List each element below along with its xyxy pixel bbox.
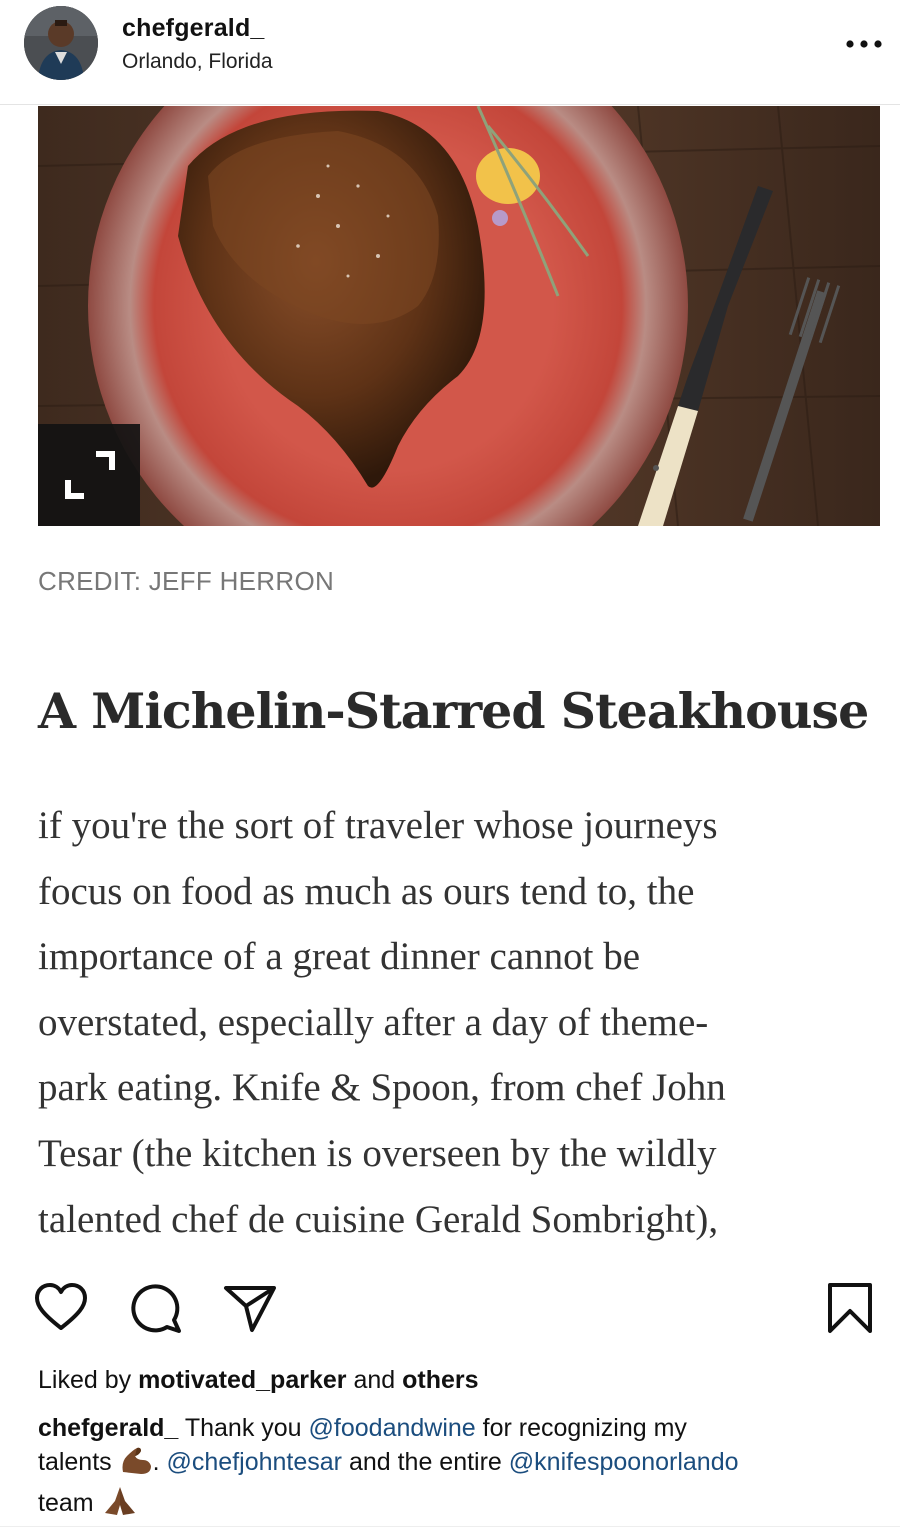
article-line: if you're the sort of traveler whose jou…	[38, 804, 718, 847]
photo-credit: CREDIT: JEFF HERRON	[38, 566, 335, 596]
post-image[interactable]	[38, 106, 880, 526]
post-username[interactable]: chefgerald_	[122, 14, 265, 43]
post-header: chefgerald_ Orlando, Florida	[0, 0, 900, 105]
caption-text: for recognizing my	[475, 1414, 687, 1442]
caption-text: .	[152, 1447, 167, 1476]
divider	[0, 1526, 900, 1527]
action-bar	[0, 1280, 900, 1340]
expand-icon[interactable]	[38, 424, 140, 526]
heart-icon[interactable]	[33, 1280, 89, 1336]
steak-photo	[38, 106, 880, 526]
comment-icon[interactable]	[127, 1280, 183, 1336]
likes-conj: and	[353, 1366, 396, 1394]
caption-username[interactable]: chefgerald_	[38, 1414, 178, 1442]
caption-text: team	[38, 1489, 101, 1517]
likes-prefix: Liked by	[38, 1366, 132, 1394]
article-line: Tesar (the kitchen is overseen by the wi…	[38, 1131, 717, 1175]
flexed-biceps-icon	[119, 1446, 153, 1486]
caption-text: Thank you	[178, 1414, 309, 1442]
caption-line: chefgerald_ Thank you @foodandwine for r…	[38, 1412, 888, 1446]
article-line: talented chef de cuisine Gerald Sombrigh…	[38, 1197, 719, 1241]
avatar[interactable]	[24, 6, 98, 80]
article-line: overstated, especially after a day of th…	[38, 1000, 709, 1044]
likes-summary[interactable]: Liked by motivated_parker and others	[38, 1366, 479, 1395]
mention-link[interactable]: @knifespoonorlando	[509, 1448, 739, 1476]
post-caption: chefgerald_ Thank you @foodandwine for r…	[38, 1412, 888, 1527]
likes-others[interactable]: others	[402, 1366, 478, 1394]
caption-text: talents	[38, 1447, 119, 1476]
liked-by-user[interactable]: motivated_parker	[138, 1366, 346, 1394]
folded-hands-icon	[101, 1485, 139, 1527]
send-icon[interactable]	[222, 1280, 278, 1336]
bookmark-icon[interactable]	[822, 1280, 878, 1336]
article-line: importance of a great dinner cannot be	[38, 935, 641, 979]
article-line: focus on food as much as ours tend to, t…	[38, 869, 695, 913]
mention-link[interactable]: @chefjohntesar	[167, 1448, 342, 1476]
more-horizontal-icon[interactable]	[842, 36, 886, 52]
article-line: park eating. Knife & Spoon, from chef Jo…	[38, 1066, 726, 1110]
mention-link[interactable]: @foodandwine	[309, 1414, 476, 1442]
article-title: A Michelin-Starred Steakhouse	[38, 682, 869, 740]
post-location[interactable]: Orlando, Florida	[122, 50, 273, 74]
caption-line: talents . @chefjohntesar and the entire …	[38, 1446, 888, 1486]
article-body: if you're the sort of traveler whose jou…	[38, 793, 868, 1252]
caption-line: team	[38, 1485, 888, 1527]
caption-text: and the entire	[342, 1447, 509, 1476]
